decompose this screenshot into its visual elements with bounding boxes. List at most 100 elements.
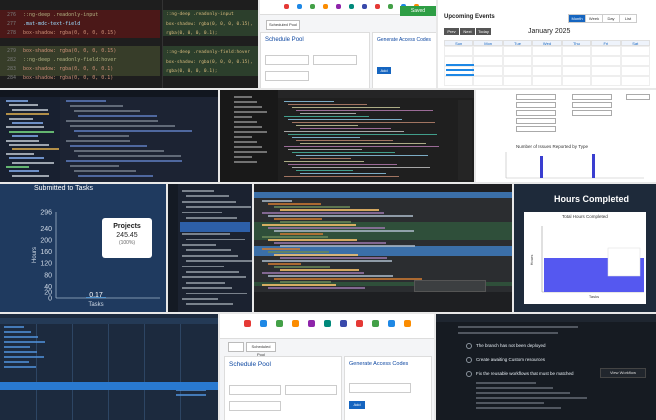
day-cell[interactable]: [473, 56, 503, 66]
tab-scheduled-pool[interactable]: [228, 342, 244, 352]
workflow-step[interactable]: Fix the reusable workflows that must be …: [476, 370, 574, 378]
tree-item[interactable]: [6, 126, 44, 129]
explorer-item[interactable]: [234, 161, 257, 163]
toolbar-app-icon[interactable]: [404, 320, 411, 327]
toolbar-app-icon[interactable]: [340, 320, 347, 327]
workflow-step[interactable]: The branch has not been deployed: [476, 342, 546, 350]
event-item[interactable]: [446, 64, 474, 66]
event-item[interactable]: [446, 69, 474, 71]
code-field[interactable]: [349, 383, 411, 393]
day-cell[interactable]: [473, 66, 503, 76]
event-entry[interactable]: [4, 351, 37, 353]
toolbar-app-icon[interactable]: [323, 4, 328, 9]
nav-button-today[interactable]: Today: [476, 28, 491, 35]
day-cell[interactable]: [532, 66, 562, 76]
event-entry[interactable]: [176, 394, 206, 396]
day-cell[interactable]: [532, 76, 562, 86]
explorer-item[interactable]: [234, 121, 257, 123]
tree-item[interactable]: [9, 157, 44, 160]
view-button-day[interactable]: Day: [602, 14, 620, 23]
day-cell[interactable]: [561, 66, 592, 76]
day-cell[interactable]: [444, 76, 474, 86]
tree-item[interactable]: [9, 117, 33, 120]
day-cell[interactable]: [473, 76, 503, 86]
toolbar-app-icon[interactable]: [297, 4, 302, 9]
day-cell[interactable]: [591, 46, 621, 56]
day-cell[interactable]: [591, 66, 621, 76]
field-3[interactable]: [229, 401, 281, 411]
tree-item[interactable]: [12, 135, 38, 138]
explorer-item[interactable]: [234, 116, 252, 118]
tab-scheduled-pool[interactable]: Scheduled Pool: [266, 20, 300, 30]
nav-button-next[interactable]: Next: [460, 28, 475, 35]
tree-item[interactable]: [6, 113, 49, 116]
day-cell[interactable]: [620, 76, 650, 86]
toolbar-app-icon[interactable]: [388, 320, 395, 327]
toolbar-app-icon[interactable]: [336, 4, 341, 9]
nav-button-prev[interactable]: Prev: [444, 28, 459, 35]
toolbar-app-icon[interactable]: [244, 320, 251, 327]
explorer-item[interactable]: [234, 156, 252, 158]
field-1[interactable]: [229, 385, 281, 395]
event-entry[interactable]: [4, 356, 44, 358]
explorer-item[interactable]: [234, 151, 267, 153]
dropdown-select[interactable]: [516, 102, 556, 108]
dropdown-select[interactable]: [516, 118, 556, 124]
event-entry[interactable]: [4, 326, 24, 328]
day-cell[interactable]: [444, 46, 474, 56]
day-cell[interactable]: [591, 76, 621, 86]
explorer-item[interactable]: [234, 106, 262, 108]
day-cell[interactable]: [502, 76, 533, 86]
event-entry[interactable]: [4, 346, 30, 348]
tree-item[interactable]: [12, 174, 49, 177]
view-button-week[interactable]: Week: [585, 14, 603, 23]
explorer-item[interactable]: [234, 101, 257, 103]
day-cell[interactable]: [561, 46, 592, 56]
dropdown-select[interactable]: [572, 102, 612, 108]
explorer-item[interactable]: [234, 126, 262, 128]
workflow-step[interactable]: Create awaiting Custom resources: [476, 356, 545, 364]
tree-item[interactable]: [12, 108, 48, 111]
day-cell[interactable]: [620, 66, 650, 76]
tree-item[interactable]: [6, 139, 39, 142]
toolbar-app-icon[interactable]: [372, 320, 379, 327]
event-entry[interactable]: [4, 336, 38, 338]
day-cell[interactable]: [473, 46, 503, 56]
tree-item[interactable]: [9, 170, 39, 173]
day-cell[interactable]: [620, 56, 650, 66]
tree-item[interactable]: [6, 100, 28, 102]
explorer-item[interactable]: [234, 141, 257, 143]
dropdown-select[interactable]: [516, 110, 556, 116]
tree-item[interactable]: [12, 148, 59, 151]
tree-item[interactable]: [6, 152, 34, 155]
explorer-item[interactable]: [234, 96, 252, 98]
day-cell[interactable]: [502, 46, 533, 56]
tab-secondary[interactable]: Scheduled Pool: [246, 342, 276, 357]
day-cell[interactable]: [620, 46, 650, 56]
dropdown-select[interactable]: [572, 110, 612, 116]
toolbar-app-icon[interactable]: [310, 4, 315, 9]
toolbar-app-icon[interactable]: [308, 320, 315, 327]
toolbar-app-icon[interactable]: [356, 320, 363, 327]
toolbar-app-icon[interactable]: [324, 320, 331, 327]
tree-item[interactable]: [9, 144, 49, 146]
day-cell[interactable]: [561, 76, 592, 86]
toolbar-app-icon[interactable]: [362, 4, 367, 9]
day-cell[interactable]: [532, 56, 562, 66]
event-entry[interactable]: [4, 361, 29, 363]
add-button[interactable]: Add: [377, 67, 391, 74]
dropdown-select[interactable]: [626, 94, 650, 100]
dropdown-select[interactable]: [572, 94, 612, 100]
tree-item[interactable]: [9, 104, 38, 107]
dropdown-select[interactable]: [516, 94, 556, 100]
toolbar-app-icon[interactable]: [260, 320, 267, 327]
toolbar-app-icon[interactable]: [284, 4, 289, 9]
toolbar-app-icon[interactable]: [375, 4, 380, 9]
explorer-item[interactable]: [234, 111, 267, 113]
event-entry[interactable]: [4, 331, 31, 333]
view-button-month[interactable]: Month: [568, 14, 586, 23]
field-2[interactable]: [313, 55, 357, 65]
toolbar-app-icon[interactable]: [276, 320, 283, 327]
field-2[interactable]: [285, 385, 337, 395]
view-button-list[interactable]: List: [619, 14, 637, 23]
